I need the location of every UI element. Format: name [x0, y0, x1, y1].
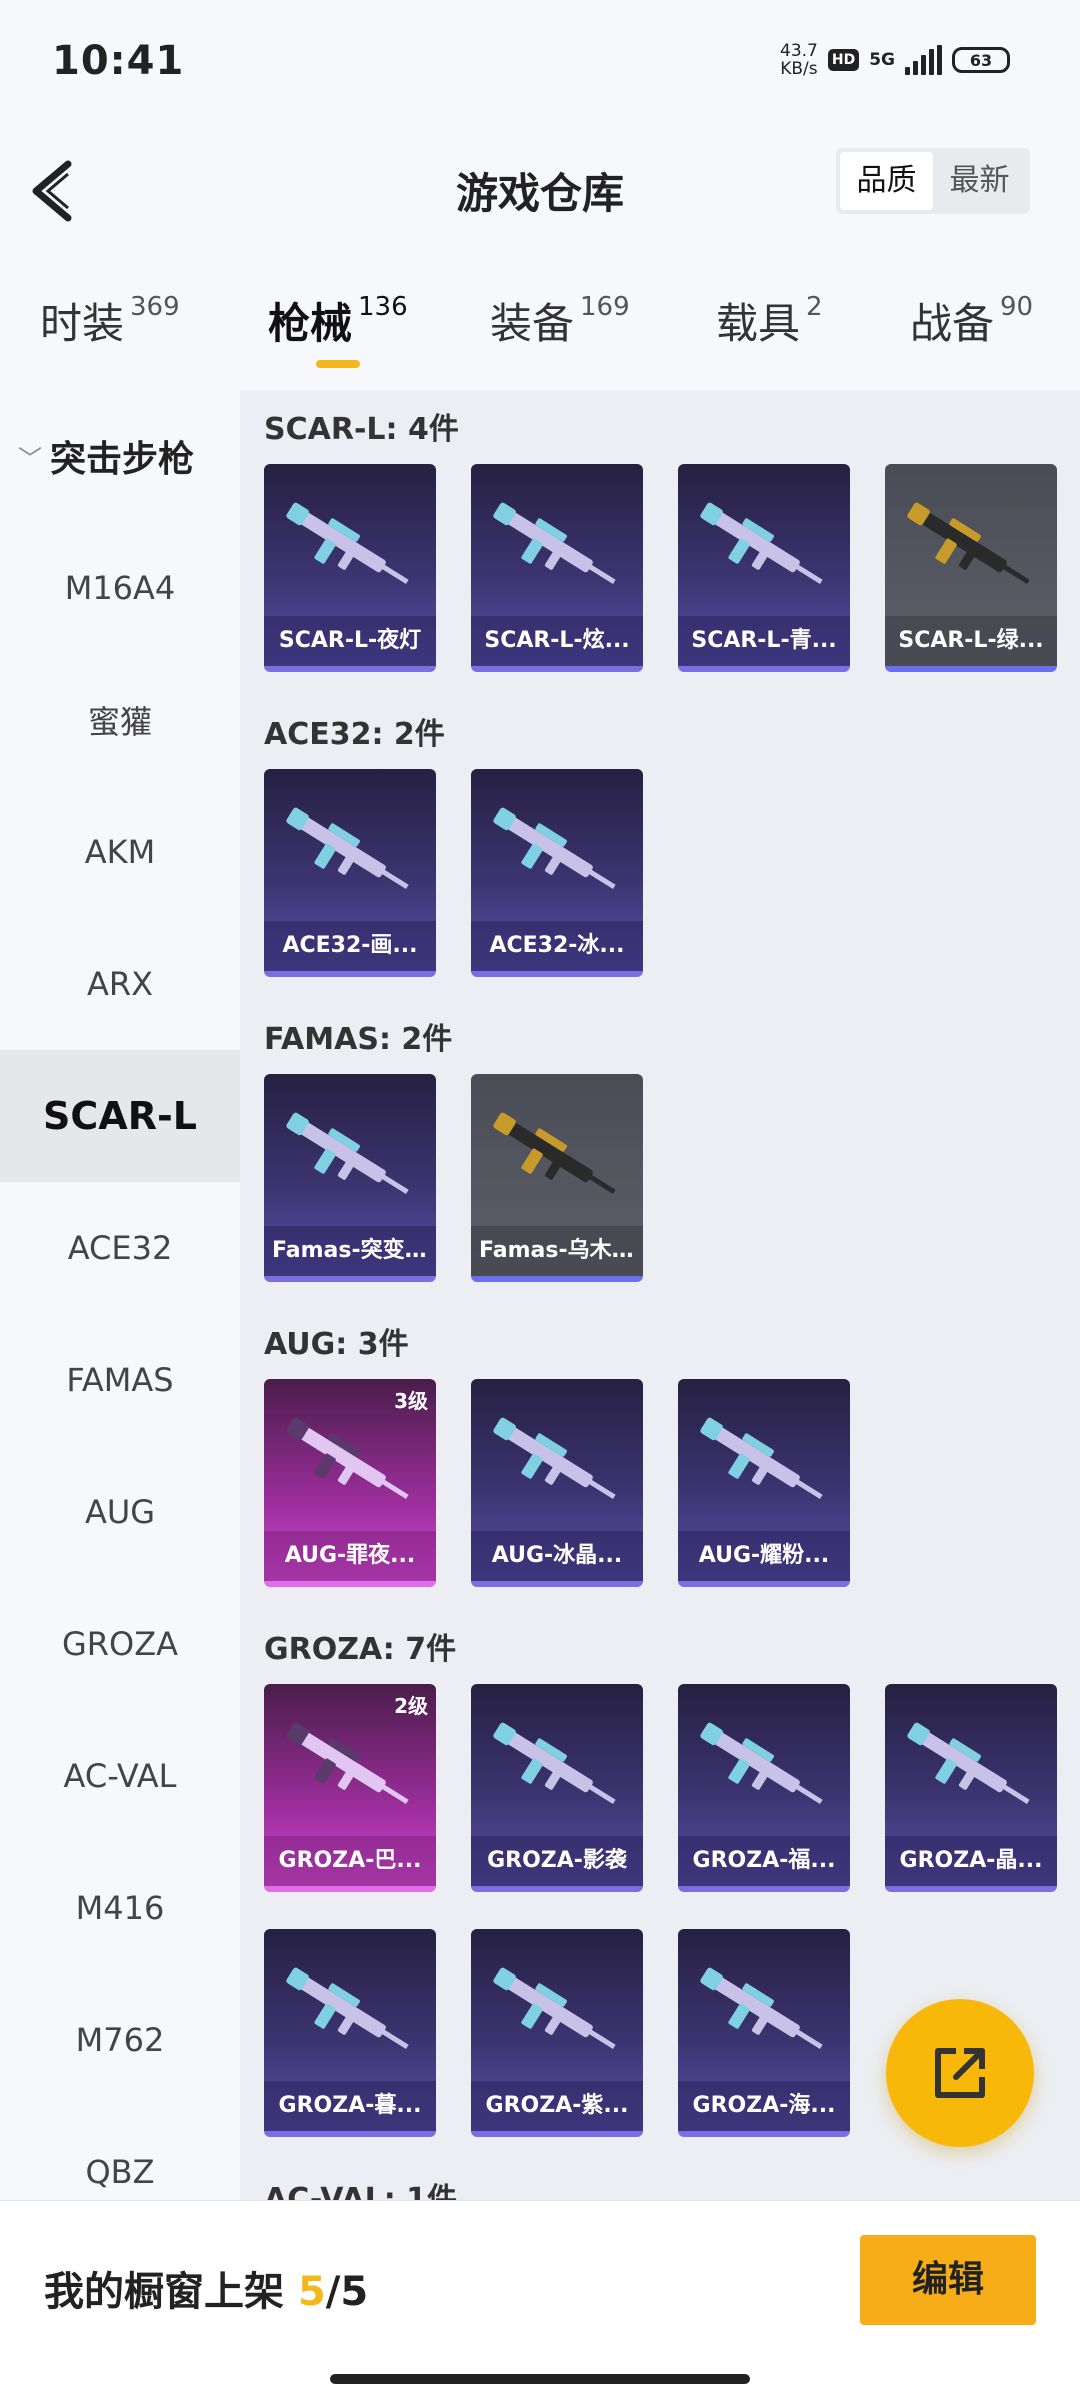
tab-supplies[interactable]: 战备 90 — [910, 290, 1033, 351]
category-tabs: 时装 369 枪械 136 装备 169 载具 2 战备 90 — [0, 260, 1080, 390]
skin-name: SCAR-L-青... — [678, 616, 850, 666]
tab-equipment[interactable]: 装备 169 — [490, 290, 630, 351]
sidebar: ﹀ 突击步枪 M16A4 蜜獾 AKM ARX SCAR-L ACE32 FAM… — [0, 390, 240, 2200]
skin-name: GROZA-福... — [678, 1836, 850, 1886]
active-tab-indicator — [316, 360, 360, 368]
skin-name: Famas-乌木... — [471, 1226, 643, 1276]
skin-card[interactable]: SCAR-L-绿... — [885, 464, 1057, 672]
skin-name: GROZA-海... — [678, 2081, 850, 2131]
skin-card[interactable]: GROZA-影袭 — [471, 1684, 643, 1892]
skin-name: GROZA-晶... — [885, 1836, 1057, 1886]
skin-name: GROZA-巴... — [264, 1836, 436, 1886]
sidebar-item-arx[interactable]: ARX — [0, 918, 240, 1050]
group-title: AC-VAL: 1件 — [264, 2182, 458, 2200]
chevron-down-icon: ﹀ — [18, 444, 42, 473]
skin-card[interactable]: AUG-耀粉... — [678, 1379, 850, 1587]
group-title: ACE32: 2件 — [264, 717, 445, 752]
sidebar-item-scar-l[interactable]: SCAR-L — [0, 1050, 240, 1182]
share-button[interactable] — [886, 1999, 1034, 2147]
sidebar-item-groza[interactable]: GROZA — [0, 1578, 240, 1710]
signal-type: 5G — [869, 50, 895, 70]
skin-name: GROZA-暮... — [264, 2081, 436, 2131]
category-header[interactable]: ﹀ 突击步枪 — [18, 430, 194, 482]
skin-card[interactable]: Famas-乌木... — [471, 1074, 643, 1282]
skin-card[interactable]: GROZA-暮... — [264, 1929, 436, 2137]
sort-toggle: 品质 最新 — [836, 148, 1030, 214]
skin-card[interactable]: SCAR-L-夜灯 — [264, 464, 436, 672]
skin-card[interactable]: ACE32-冰... — [471, 769, 643, 977]
skin-card[interactable]: SCAR-L-青... — [678, 464, 850, 672]
skin-card[interactable]: GROZA-晶... — [885, 1684, 1057, 1892]
sidebar-item-aug[interactable]: AUG — [0, 1446, 240, 1578]
sidebar-item-ace32[interactable]: ACE32 — [0, 1182, 240, 1314]
skin-card[interactable]: GROZA-海... — [678, 1929, 850, 2137]
skin-name: SCAR-L-绿... — [885, 616, 1057, 666]
skin-card[interactable]: SCAR-L-炫... — [471, 464, 643, 672]
status-icons: 43.7 KB/s HD 5G 63 — [780, 42, 1010, 78]
skin-card[interactable]: GROZA-紫... — [471, 1929, 643, 2137]
sidebar-item-mihuan[interactable]: 蜜獾 — [0, 654, 240, 786]
share-icon — [935, 2048, 985, 2098]
sidebar-item-ac-val[interactable]: AC-VAL — [0, 1710, 240, 1842]
tab-guns[interactable]: 枪械 136 — [268, 290, 408, 351]
sort-latest-button[interactable]: 最新 — [933, 152, 1026, 210]
sidebar-item-akm[interactable]: AKM — [0, 786, 240, 918]
skin-name: GROZA-影袭 — [471, 1836, 643, 1886]
skin-card[interactable]: AUG-冰晶... — [471, 1379, 643, 1587]
skin-name: SCAR-L-炫... — [471, 616, 643, 666]
skin-name: AUG-罪夜... — [264, 1531, 436, 1581]
inventory-grid: SCAR-L: 4件 SCAR-L-夜灯 SCAR-L-炫... SCAR-L-青..… — [240, 390, 1080, 2200]
skin-card[interactable]: 2级 GROZA-巴... — [264, 1684, 436, 1892]
sidebar-item-famas[interactable]: FAMAS — [0, 1314, 240, 1446]
skin-card[interactable]: GROZA-福... — [678, 1684, 850, 1892]
sidebar-item-m416[interactable]: M416 — [0, 1842, 240, 1974]
skin-name: SCAR-L-夜灯 — [264, 616, 436, 666]
skin-name: ACE32-画... — [264, 921, 436, 971]
sidebar-item-m762[interactable]: M762 — [0, 1974, 240, 2106]
skin-card[interactable]: ACE32-画... — [264, 769, 436, 977]
sort-quality-button[interactable]: 品质 — [840, 152, 933, 210]
tab-vehicles[interactable]: 载具 2 — [716, 290, 823, 351]
skin-name: AUG-冰晶... — [471, 1531, 643, 1581]
footer-bar: 我的橱窗上架 5/5 编辑 — [0, 2200, 1080, 2400]
net-speed: 43.7 KB/s — [780, 41, 818, 79]
skin-name: ACE32-冰... — [471, 921, 643, 971]
group-title: AUG: 3件 — [264, 1327, 409, 1362]
showcase-status: 我的橱窗上架 5/5 — [44, 2269, 369, 2315]
skin-name: AUG-耀粉... — [678, 1531, 850, 1581]
skin-card[interactable]: Famas-突变... — [264, 1074, 436, 1282]
clock: 10:41 — [52, 38, 185, 84]
sidebar-item-m16a4[interactable]: M16A4 — [0, 522, 240, 654]
status-bar: 10:41 43.7 KB/s HD 5G 63 — [0, 0, 1080, 130]
home-indicator[interactable] — [330, 2374, 750, 2384]
group-title: FAMAS: 2件 — [264, 1022, 453, 1057]
battery-icon: 63 — [952, 47, 1010, 73]
group-title: SCAR-L: 4件 — [264, 412, 459, 447]
header: 游戏仓库 品质 最新 — [0, 130, 1080, 260]
hd-icon: HD — [827, 49, 860, 71]
group-title: GROZA: 7件 — [264, 1632, 457, 1667]
level-badge: 3级 — [394, 1389, 428, 1413]
level-badge: 2级 — [394, 1694, 428, 1718]
tab-fashion[interactable]: 时装 369 — [40, 290, 180, 351]
signal-bars-icon — [905, 45, 942, 75]
skin-card[interactable]: 3级 AUG-罪夜... — [264, 1379, 436, 1587]
edit-button[interactable]: 编辑 — [860, 2235, 1036, 2325]
skin-name: Famas-突变... — [264, 1226, 436, 1276]
skin-name: GROZA-紫... — [471, 2081, 643, 2131]
